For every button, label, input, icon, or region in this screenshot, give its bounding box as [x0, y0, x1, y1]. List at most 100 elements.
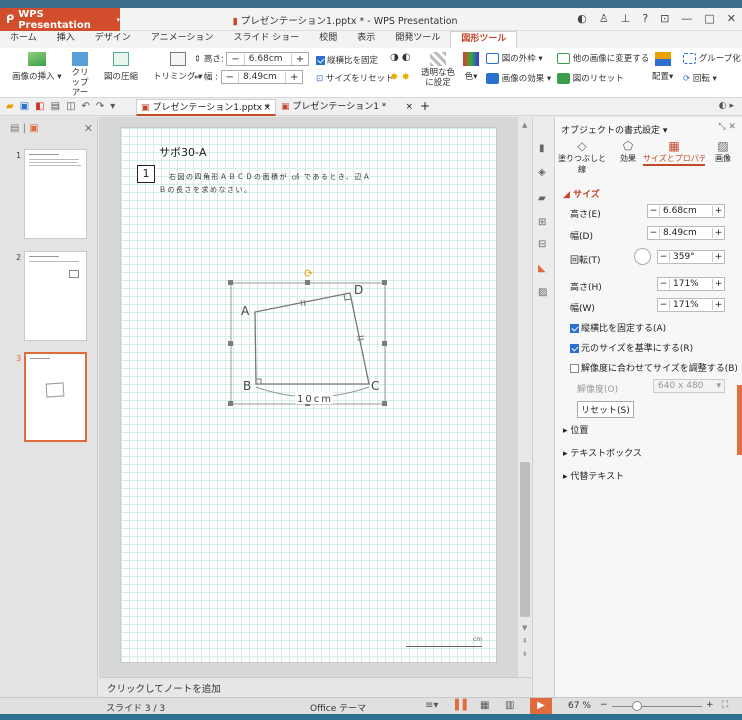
- close-button[interactable]: ✕: [727, 12, 736, 25]
- redo-icon[interactable]: ↷: [96, 101, 104, 112]
- panel-controls[interactable]: ⤡ ✕: [718, 122, 736, 132]
- brightness-buttons[interactable]: ◑ ◐: [390, 52, 411, 63]
- change-image-button[interactable]: 他の画像に変更する: [557, 52, 649, 64]
- scale-width-spinner[interactable]: −171% +: [657, 298, 725, 312]
- arrange-button[interactable]: 配置▾: [652, 52, 673, 82]
- rotate-button[interactable]: ⟳ 回転 ▾: [683, 72, 717, 84]
- open-icon[interactable]: ▰: [6, 101, 14, 112]
- zoom-level[interactable]: 67 %: [568, 701, 591, 711]
- tab-shape-tools[interactable]: 図形ツール: [450, 31, 518, 48]
- pin-icon[interactable]: ⊥: [621, 12, 631, 25]
- lock-ratio-checkbox[interactable]: 縦横比を固定: [316, 54, 378, 66]
- lock-ratio-option[interactable]: 縦横比を固定する(A): [570, 321, 666, 334]
- pdf-icon[interactable]: ◧: [35, 101, 44, 112]
- zoom-slider-thumb[interactable]: [632, 701, 642, 711]
- minimize-button[interactable]: —: [681, 12, 692, 25]
- tab-image[interactable]: ▨ 画像: [708, 139, 738, 164]
- section-textbox[interactable]: ▸ テキストボックス: [563, 446, 642, 459]
- section-position[interactable]: ▸ 位置: [563, 423, 588, 436]
- scroll-down-icon[interactable]: ▼: [522, 624, 527, 632]
- tab-insert[interactable]: 挿入: [47, 31, 85, 48]
- help-icon[interactable]: ?: [642, 12, 648, 25]
- rotation-dial-icon[interactable]: [634, 248, 651, 265]
- shirt-icon[interactable]: ♙: [599, 12, 609, 25]
- reset-button[interactable]: リセット(S): [577, 401, 634, 418]
- layout-icon[interactable]: ⊟: [538, 239, 546, 250]
- ribbon-height-input[interactable]: −6.68cm +: [226, 52, 310, 66]
- doc-tab-active[interactable]: ▣ プレゼンテーション1.pptx * ×: [136, 99, 276, 116]
- close-panel-icon[interactable]: ✕: [84, 122, 93, 135]
- save-icon[interactable]: ▣: [20, 101, 29, 112]
- doc-tab-inactive[interactable]: ▣ プレゼンテーション1 * ×: [277, 99, 417, 116]
- zoom-out-icon[interactable]: −: [600, 700, 608, 710]
- maximize-button[interactable]: □: [704, 12, 714, 25]
- ribbon-width-input[interactable]: −8.49cm +: [220, 70, 304, 84]
- rotate-spinner[interactable]: −359° +: [657, 250, 725, 264]
- ribbon-toggle-icon[interactable]: ⊡: [660, 12, 669, 25]
- slide-view-icon[interactable]: ▣: [29, 123, 38, 134]
- reset-size-button[interactable]: ⊡ サイズをリセット: [316, 72, 394, 84]
- scroll-thumb[interactable]: [520, 462, 530, 617]
- tab-effects[interactable]: ⬠ 効果: [613, 139, 643, 164]
- sorter-view-icon[interactable]: ▦: [480, 700, 489, 711]
- brightness-sun-buttons[interactable]: ✸ ✸: [390, 72, 410, 83]
- panel-title[interactable]: オブジェクトの書式設定 ▾: [561, 123, 667, 136]
- reset-image-button[interactable]: 図のリセット: [557, 72, 624, 84]
- app-menu-button[interactable]: ᑭ WPS Presentation ▾: [0, 8, 120, 31]
- outline-button[interactable]: 図の外枠 ▾: [486, 52, 543, 64]
- tab-size-properties[interactable]: ▦ サイズとプロパティ: [643, 139, 705, 166]
- zoom-in-icon[interactable]: +: [706, 700, 714, 710]
- slide-thumb-1[interactable]: [24, 149, 87, 239]
- more-icon[interactable]: ▾: [110, 101, 115, 112]
- print-icon[interactable]: ▤: [51, 101, 60, 112]
- color-button[interactable]: 色▾: [463, 52, 479, 82]
- animation-icon[interactable]: ▨: [538, 287, 547, 298]
- transparent-color-button[interactable]: 透明な色に設定: [420, 52, 456, 88]
- undo-icon[interactable]: ↶: [82, 101, 90, 112]
- normal-view-icon[interactable]: ▌▌: [455, 700, 470, 711]
- slide-thumb-2[interactable]: [24, 251, 87, 341]
- play-button[interactable]: ▶: [530, 698, 552, 715]
- tab-view[interactable]: 表示: [347, 31, 385, 48]
- tab-fill-line[interactable]: ◇ 塗りつぶしと線: [557, 139, 607, 175]
- best-resolution-option[interactable]: 解像度に合わせてサイズを調整する(B): [570, 361, 738, 374]
- section-size[interactable]: ◢ サイズ: [563, 187, 600, 200]
- close-tab-icon[interactable]: ×: [263, 100, 271, 116]
- view-toggle[interactable]: ▤ | ▣: [10, 123, 39, 134]
- tab-animation[interactable]: アニメーション: [141, 31, 224, 48]
- notes-toggle-icon[interactable]: ≡▾: [425, 700, 438, 711]
- quadrilateral-figure[interactable]: ⟳ A B C D 10cm: [225, 267, 391, 415]
- vertical-scrollbar[interactable]: ▲ ▼ ⇞ ⇟: [518, 117, 532, 677]
- slide-thumb-3[interactable]: [24, 352, 87, 442]
- prev-slide-icon[interactable]: ⇞: [522, 637, 528, 645]
- group-button[interactable]: グループ化: [683, 52, 741, 64]
- image-effect-button[interactable]: 画像の効果 ▾: [486, 72, 551, 84]
- compress-button[interactable]: 図の圧縮: [104, 52, 138, 82]
- table-icon[interactable]: ⊞: [538, 217, 546, 228]
- fit-window-icon[interactable]: ⛶: [722, 700, 728, 710]
- preview-icon[interactable]: ◫: [66, 101, 75, 112]
- scale-height-spinner[interactable]: −171% +: [657, 277, 725, 291]
- next-slide-icon[interactable]: ⇟: [522, 650, 528, 658]
- slide[interactable]: サボ30-A 1 右図の四角形ＡＢＣＤの面積が ㎠ であるとき、辺Ａ Ｂの長さを…: [120, 127, 497, 663]
- outline-view-icon[interactable]: ▤: [10, 123, 19, 134]
- close-tab-icon[interactable]: ×: [405, 99, 413, 115]
- new-tab-button[interactable]: +: [420, 99, 430, 113]
- format-pane-icon[interactable]: ◣: [538, 263, 546, 274]
- tab-home[interactable]: ホーム: [0, 31, 47, 48]
- slide-title[interactable]: サボ30-A: [159, 144, 207, 160]
- width-spinner[interactable]: −8.49cm +: [647, 226, 725, 240]
- panel-resize-handle[interactable]: [737, 385, 742, 455]
- tab-developer[interactable]: 開発ツール: [385, 31, 450, 48]
- new-doc-icon[interactable]: ▮: [539, 143, 545, 154]
- tab-design[interactable]: デザイン: [85, 31, 141, 48]
- insert-image-button[interactable]: 画像の挿入 ▾: [12, 52, 61, 82]
- reading-view-icon[interactable]: ▥: [505, 700, 514, 711]
- theme-name[interactable]: Office テーマ: [310, 701, 366, 714]
- notes-area[interactable]: クリックしてノートを追加: [99, 677, 532, 697]
- zoom-slider[interactable]: [612, 706, 702, 707]
- height-spinner[interactable]: −6.68cm +: [647, 204, 725, 218]
- clipboard-icon[interactable]: ▰: [538, 193, 546, 204]
- scroll-up-icon[interactable]: ▲: [522, 121, 527, 129]
- relative-original-option[interactable]: 元のサイズを基準にする(R): [570, 341, 693, 354]
